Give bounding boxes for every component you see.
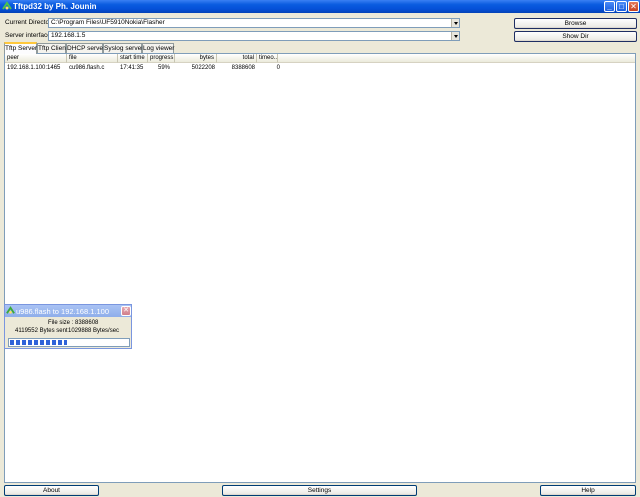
chevron-down-icon[interactable] bbox=[451, 19, 459, 27]
column-peer[interactable]: peer bbox=[5, 54, 67, 63]
column-start-time[interactable]: start time bbox=[118, 54, 148, 63]
file-size-text: File size : 8388608 bbox=[48, 320, 99, 326]
popup-close-button[interactable]: ✕ bbox=[121, 306, 131, 316]
window-title: Tftpd32 by Ph. Jounin bbox=[13, 2, 97, 11]
help-button[interactable]: Help bbox=[540, 485, 636, 496]
column-file[interactable]: file bbox=[67, 54, 118, 63]
transfer-icon bbox=[6, 306, 15, 314]
column-bytes[interactable]: bytes bbox=[175, 54, 217, 63]
chevron-down-icon[interactable] bbox=[451, 32, 459, 40]
progress-fill bbox=[10, 340, 67, 345]
cell-file: cu986.flash.c bbox=[69, 65, 105, 71]
current-directory-value: C:\Program Files\UF5910Nokia\Flasher bbox=[51, 19, 165, 26]
tab-tftp-client[interactable]: Tftp Client bbox=[37, 43, 68, 53]
popup-titlebar[interactable]: u986.flash to 192.168.1.100 ✕ bbox=[5, 305, 131, 317]
column-total[interactable]: total bbox=[217, 54, 257, 63]
cell-total: 8388608 bbox=[231, 65, 255, 71]
tftpd-app-icon bbox=[2, 1, 12, 10]
settings-button[interactable]: Settings bbox=[222, 485, 417, 496]
tab-dhcp-server[interactable]: DHCP server bbox=[66, 43, 105, 53]
current-directory-combo[interactable]: C:\Program Files\UF5910Nokia\Flasher bbox=[48, 18, 460, 28]
maximize-button[interactable]: □ bbox=[616, 1, 627, 12]
close-button[interactable]: ✕ bbox=[628, 1, 639, 12]
tab-tftp-server[interactable]: Tftp Server bbox=[4, 42, 37, 54]
window-titlebar[interactable]: Tftpd32 by Ph. Jounin _ □ ✕ bbox=[0, 0, 640, 13]
cell-timeout: 0 bbox=[276, 65, 280, 71]
minimize-button[interactable]: _ bbox=[604, 1, 615, 12]
show-dir-button[interactable]: Show Dir bbox=[514, 31, 637, 42]
cell-peer: 192.168.1.100:1465 bbox=[7, 65, 61, 71]
transfer-progress-bar bbox=[8, 338, 130, 347]
cell-bytes: 5022208 bbox=[191, 65, 215, 71]
about-button[interactable]: About bbox=[4, 485, 99, 496]
bytes-sent-text: 4119552 Bytes sent bbox=[15, 328, 68, 334]
column-progress[interactable]: progress bbox=[148, 54, 175, 63]
list-header-filler bbox=[278, 54, 635, 63]
transfers-list[interactable]: peer file start time progress bytes tota… bbox=[4, 53, 636, 483]
tab-log-viewer[interactable]: Log viewer bbox=[142, 43, 174, 53]
list-header: peer file start time progress bytes tota… bbox=[5, 54, 635, 63]
cell-progress: 59% bbox=[157, 65, 170, 71]
transfer-popup[interactable]: u986.flash to 192.168.1.100 ✕ File size … bbox=[4, 304, 132, 349]
browse-button[interactable]: Browse bbox=[514, 18, 637, 29]
server-interfaces-value: 192.168.1.5 bbox=[51, 32, 86, 39]
popup-title: u986.flash to 192.168.1.100 bbox=[16, 307, 109, 316]
server-interfaces-label: Server interfaces bbox=[5, 32, 55, 39]
table-row[interactable]: 192.168.1.100:1465 cu986.flash.c 17:41:3… bbox=[5, 64, 285, 73]
server-interfaces-combo[interactable]: 192.168.1.5 bbox=[48, 31, 460, 41]
cell-start-time: 17:41:35 bbox=[120, 65, 144, 71]
column-timeout[interactable]: timeo... bbox=[257, 54, 278, 63]
tab-syslog-server[interactable]: Syslog server bbox=[103, 43, 143, 53]
transfer-rate-text: 1029888 Bytes/sec bbox=[68, 328, 120, 334]
